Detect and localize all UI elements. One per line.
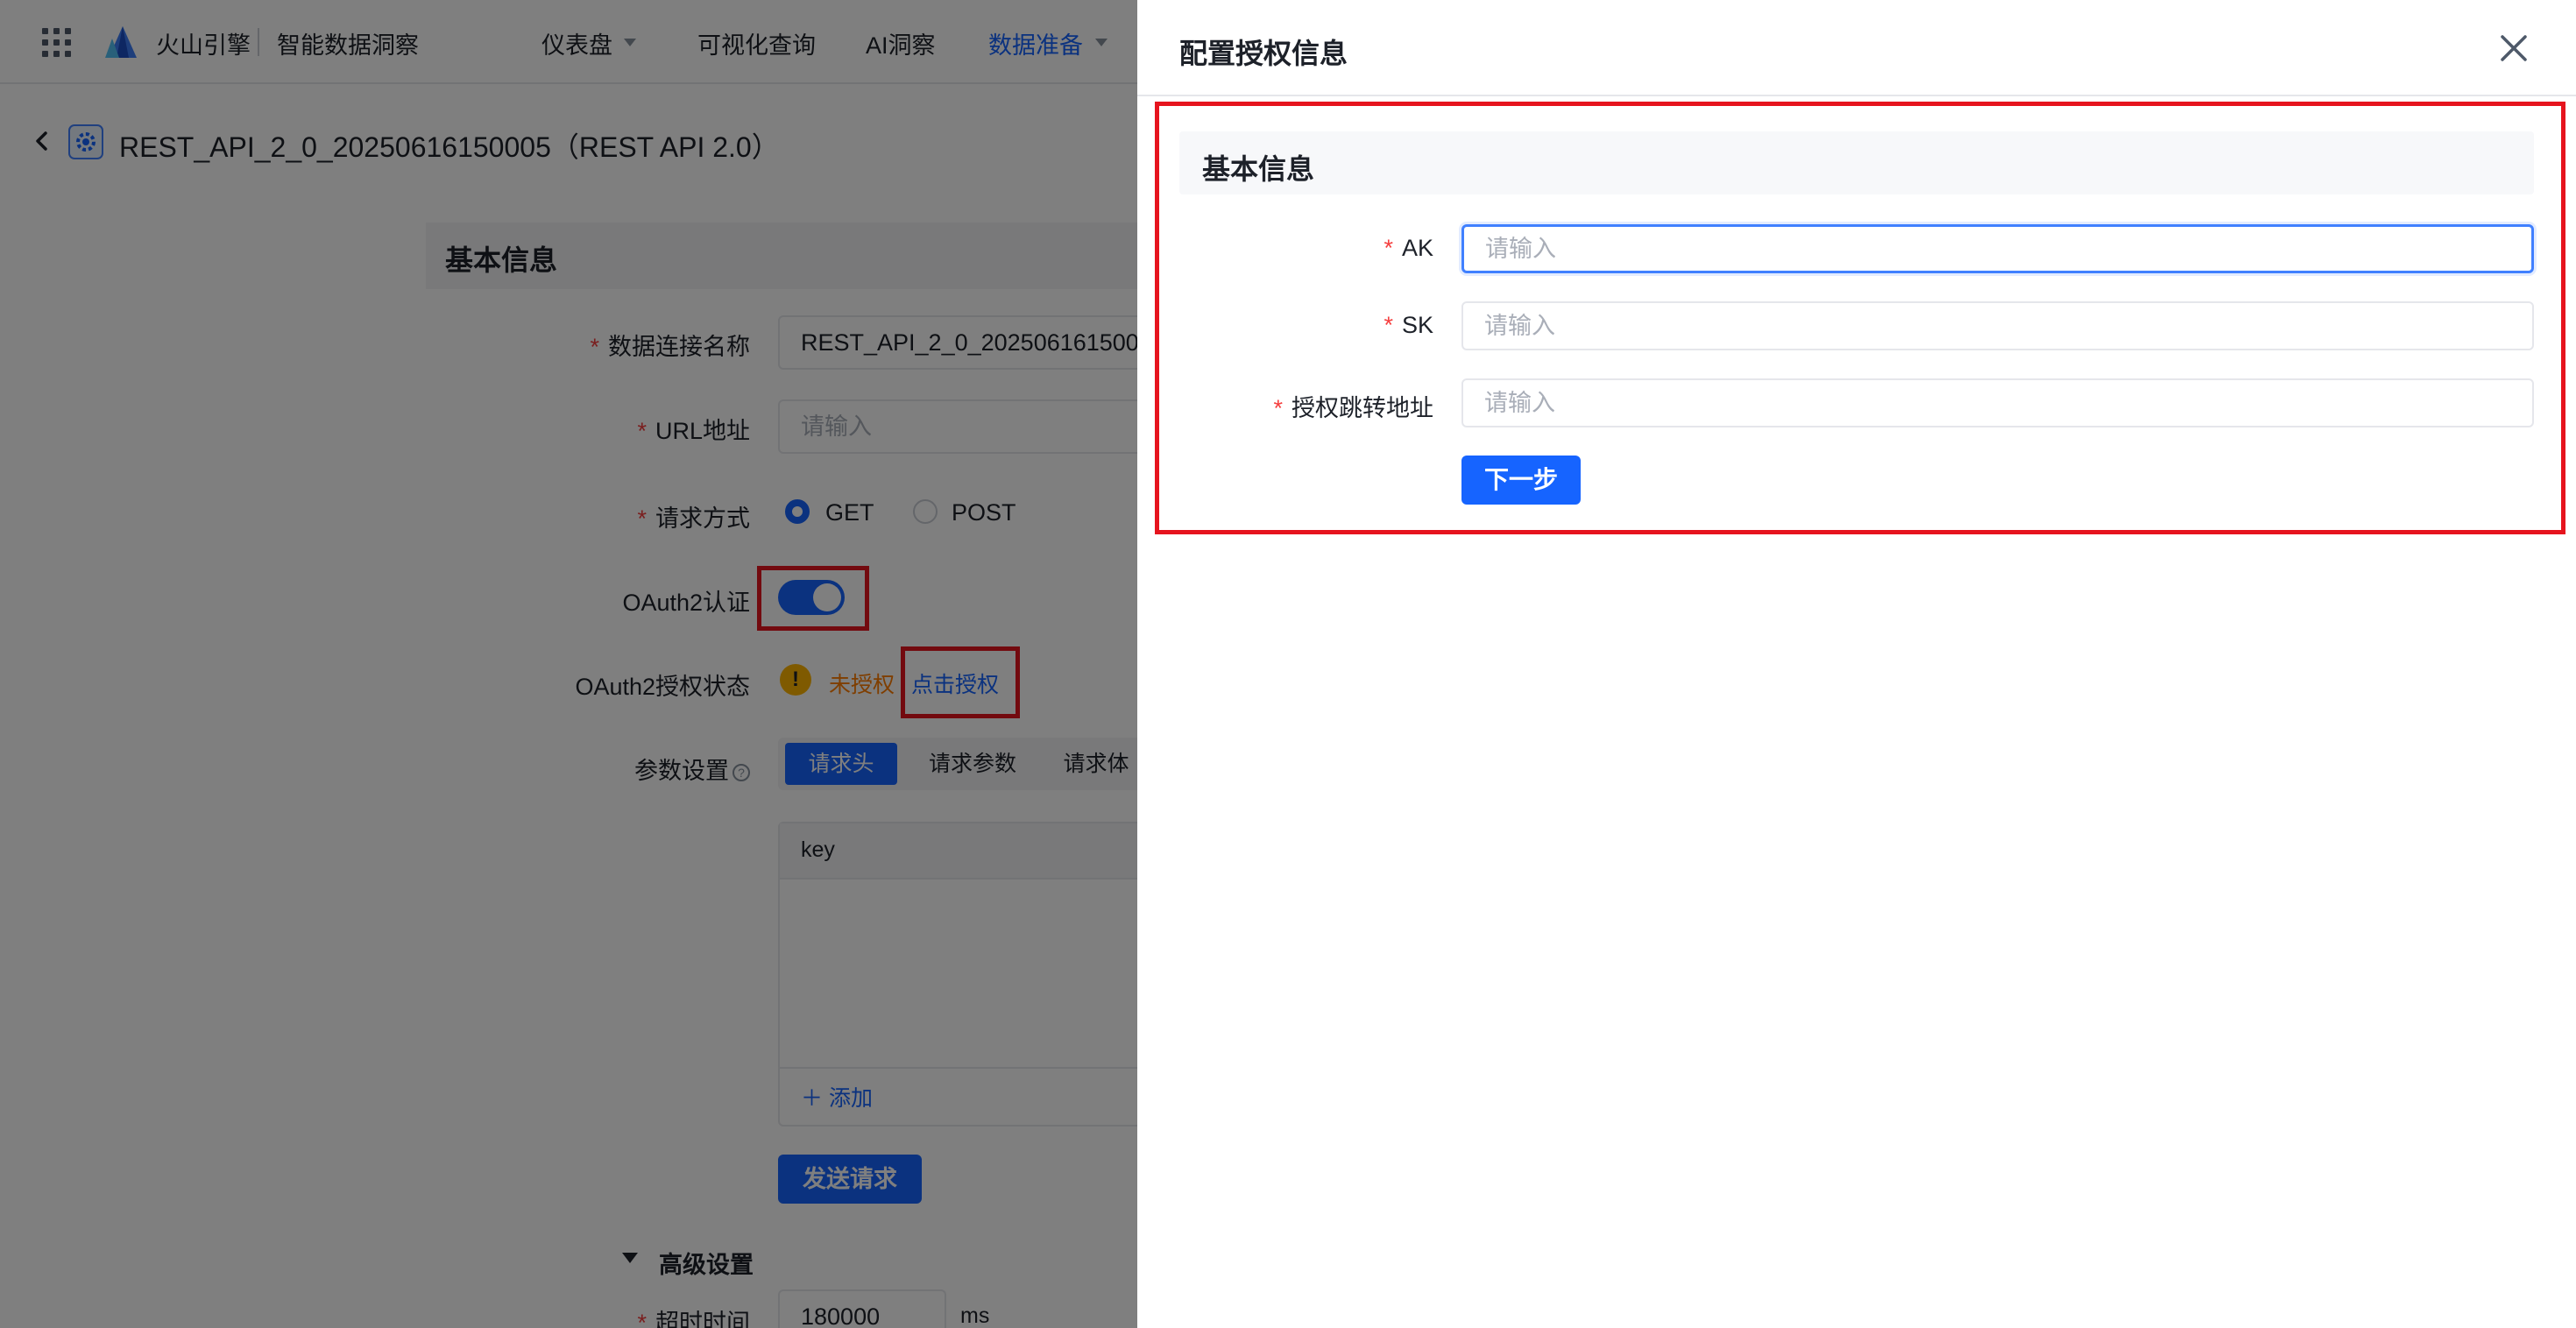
auth-drawer: 配置授权信息 基本信息 *AK *SK *授权跳转地址 下一步 [1137, 0, 2576, 1328]
close-icon[interactable] [2499, 33, 2529, 63]
highlight-form-box [1155, 102, 2565, 534]
drawer-header: 配置授权信息 [1137, 0, 2576, 96]
modal-mask[interactable] [0, 0, 1137, 1328]
drawer-title: 配置授权信息 [1179, 38, 1348, 69]
